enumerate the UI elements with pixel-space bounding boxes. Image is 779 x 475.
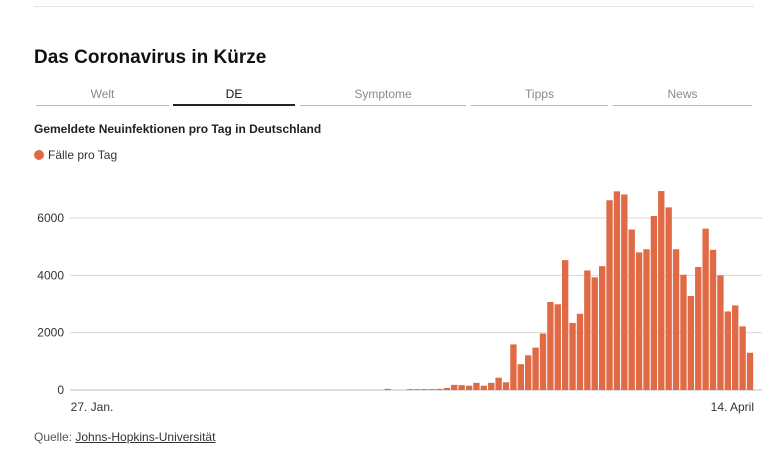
bar <box>554 304 561 390</box>
bar <box>517 364 524 390</box>
bar <box>443 387 451 390</box>
bar <box>480 385 488 390</box>
bar <box>709 249 717 390</box>
x-tick-label: 27. Jan. <box>71 400 114 414</box>
bar <box>606 200 613 390</box>
x-tick-label: 14. April <box>711 400 754 414</box>
bar <box>717 275 724 390</box>
bar <box>628 229 635 390</box>
bar <box>502 382 510 390</box>
bar <box>672 249 680 390</box>
bar <box>665 207 672 390</box>
bar <box>695 267 702 390</box>
bar <box>650 215 658 390</box>
source-line: Quelle: Johns-Hopkins-Universität <box>34 430 215 444</box>
source-prefix: Quelle: <box>34 430 76 444</box>
bar <box>598 266 606 390</box>
bar <box>732 305 739 390</box>
bar <box>547 301 554 390</box>
bar <box>525 355 532 390</box>
bar <box>591 277 598 390</box>
bar <box>561 260 569 390</box>
bar <box>436 388 443 390</box>
bar <box>680 274 687 390</box>
bar <box>414 389 421 390</box>
bar <box>584 270 591 390</box>
bar <box>495 377 502 390</box>
bar <box>569 322 576 390</box>
bar <box>687 295 695 390</box>
bar <box>510 344 517 390</box>
bar <box>635 252 643 390</box>
bar <box>465 385 473 390</box>
y-tick-label: 6000 <box>37 211 64 225</box>
bar <box>746 352 754 390</box>
bar <box>421 389 428 390</box>
bar <box>724 311 731 390</box>
bar <box>702 228 709 390</box>
bar <box>406 389 414 390</box>
bar <box>428 389 436 390</box>
bar <box>451 384 458 390</box>
bar <box>458 385 465 390</box>
bar <box>739 326 746 390</box>
y-tick-label: 2000 <box>37 326 64 340</box>
bar <box>384 388 391 390</box>
bar <box>658 191 665 390</box>
bar-chart: 0 2000 4000 6000 27. Jan. 14. April <box>37 191 762 414</box>
bar <box>473 382 480 390</box>
y-tick-label: 0 <box>57 383 64 397</box>
bar <box>576 313 584 390</box>
source-link[interactable]: Johns-Hopkins-Universität <box>75 430 215 444</box>
bar <box>532 347 539 390</box>
bar <box>488 382 495 390</box>
y-tick-label: 4000 <box>37 268 64 282</box>
bar <box>539 333 547 390</box>
bar <box>621 194 628 390</box>
bar <box>613 191 621 390</box>
bar <box>643 249 650 390</box>
